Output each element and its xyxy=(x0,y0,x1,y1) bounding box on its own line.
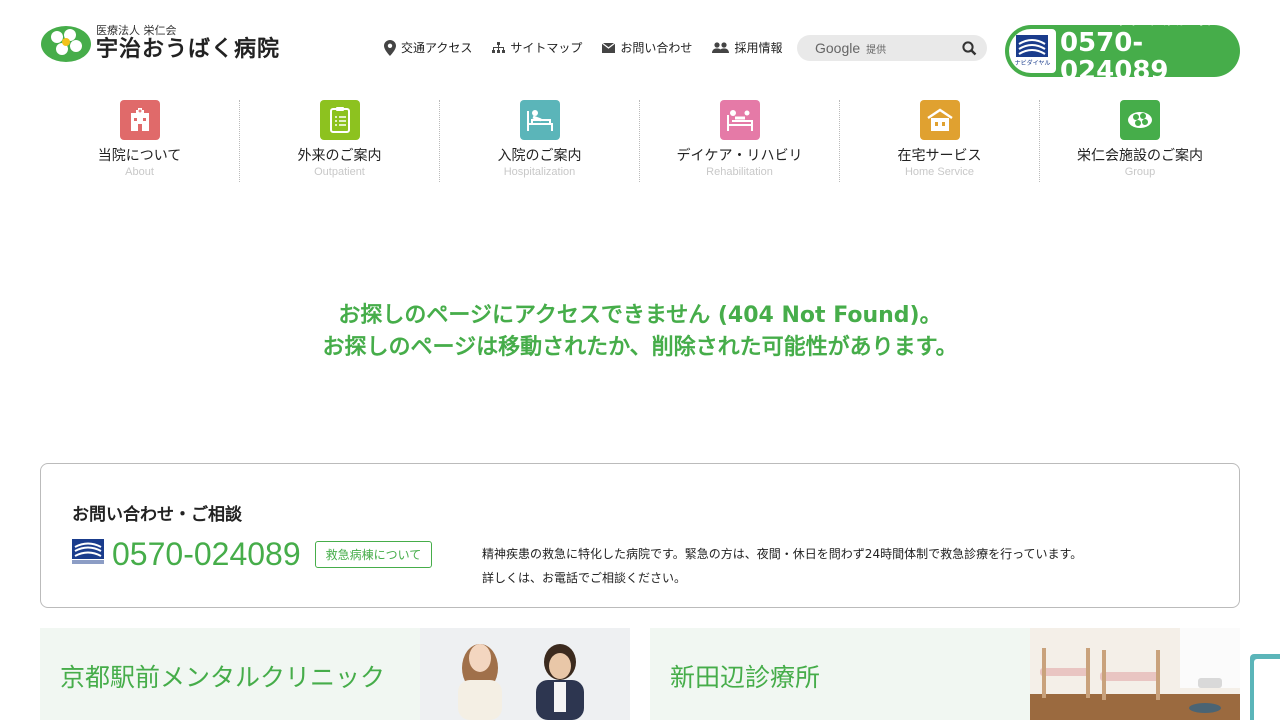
util-sitemap-label: サイトマップ xyxy=(510,41,583,55)
rehab-icon xyxy=(719,100,760,140)
nav-label-group: 栄仁会施設のご案内 xyxy=(1077,148,1203,164)
not-found-line-1: お探しのページにアクセスできません (404 Not Found)。 xyxy=(338,303,942,328)
contact-description: 精神疾患の救急に特化した病院です。緊急の方は、夜間・休日を問わず24時間体制で救… xyxy=(482,542,1202,590)
nav-en-hospitalization: Hospitalization xyxy=(503,166,576,178)
header-phone-number: 0570-024089 xyxy=(1059,27,1169,86)
clinic-banner-title: 京都駅前メンタルクリニック xyxy=(60,663,386,692)
util-access-link[interactable]: 交通アクセス xyxy=(384,39,472,56)
nav-label-home-service: 在宅サービス xyxy=(897,148,982,164)
nav-label-rehabilitation: デイケア・リハビリ xyxy=(676,148,803,164)
phone-kana: (ニジュウヨジカン オウバク) xyxy=(1118,17,1236,28)
bed-icon xyxy=(519,100,560,140)
side-tab-panel xyxy=(1254,659,1280,720)
site-header: 医療法人 栄仁会 宇治おうばく病院 交通アクセス サイトマップ お問い合わせ 採… xyxy=(0,0,1280,92)
utility-nav: 交通アクセス サイトマップ お問い合わせ 採用情報 xyxy=(384,39,782,56)
site-logo[interactable]: 医療法人 栄仁会 宇治おうばく病院 xyxy=(40,22,355,66)
group-leaf-icon xyxy=(1120,100,1160,140)
emergency-ward-button[interactable]: 救急病棟について xyxy=(314,540,433,568)
clinic-banner-kyoto[interactable]: 京都駅前メンタルクリニック xyxy=(40,628,630,720)
people-icon xyxy=(712,41,730,53)
logo-title: 宇治おうばく病院 xyxy=(96,37,281,62)
nav-item-hospitalization[interactable]: 入院のご案内 Hospitalization xyxy=(440,100,640,182)
hospital-icon xyxy=(119,100,160,140)
contact-phone-row: 0570-024089 救急病棟について xyxy=(72,536,433,572)
nav-item-rehabilitation[interactable]: デイケア・リハビリ Rehabilitation xyxy=(640,100,840,182)
mail-icon xyxy=(602,42,616,53)
clinic-banner-title: 新田辺診療所 xyxy=(670,663,821,692)
nav-en-outpatient: Outpatient xyxy=(314,166,365,178)
header-phone-button[interactable]: ナビダイヤル (ニジュウヨジカン オウバク) 0570-024089 xyxy=(1005,18,1240,85)
nav-en-rehabilitation: Rehabilitation xyxy=(706,166,773,178)
contact-phone-number[interactable]: 0570-024089 xyxy=(112,536,301,572)
search-provided-label: 提供 xyxy=(866,44,887,56)
util-recruit-link[interactable]: 採用情報 xyxy=(712,39,782,56)
nav-label-about: 当院について xyxy=(97,148,182,164)
contact-title: お問い合わせ・ご相談 xyxy=(72,505,242,525)
not-found-message: お探しのページにアクセスできません (404 Not Found)。 お探しのペ… xyxy=(0,300,1280,364)
search-google-label: Google xyxy=(815,40,861,56)
util-recruit-label: 採用情報 xyxy=(734,41,783,55)
sitemap-icon xyxy=(492,41,506,53)
util-sitemap-link[interactable]: サイトマップ xyxy=(492,39,582,56)
nav-en-group: Group xyxy=(1124,166,1156,178)
util-access-label: 交通アクセス xyxy=(401,41,473,55)
navidial-icon xyxy=(72,539,104,569)
navidial-icon xyxy=(1016,35,1049,57)
navidial-badge: ナビダイヤル xyxy=(1009,29,1056,73)
util-contact-label: お問い合わせ xyxy=(620,41,693,55)
nav-item-outpatient[interactable]: 外来のご案内 Outpatient xyxy=(240,100,440,182)
contact-desc-line-2: 詳しくは、お電話でご相談ください。 xyxy=(482,571,687,585)
side-floating-tab[interactable] xyxy=(1250,654,1280,720)
contact-box: お問い合わせ・ご相談 0570-024089 救急病棟について 精神疾患の救急に… xyxy=(40,463,1240,608)
search-icon[interactable] xyxy=(962,41,977,56)
not-found-line-2: お探しのページは移動されたか、削除された可能性があります。 xyxy=(322,335,958,360)
nav-item-group[interactable]: 栄仁会施設のご案内 Group xyxy=(1040,100,1240,182)
nav-en-about: About xyxy=(125,166,154,178)
house-icon xyxy=(919,100,960,140)
site-search-input[interactable]: Google 提供 xyxy=(797,35,987,61)
clover-logo-icon xyxy=(40,24,92,64)
main-nav: 当院について About 外来のご案内 Outpatient 入院のご案内 Ho… xyxy=(40,100,1240,182)
clinic-banner-shintanabe[interactable]: 新田辺診療所 xyxy=(650,628,1240,720)
nav-item-home-service[interactable]: 在宅サービス Home Service xyxy=(840,100,1040,182)
contact-desc-line-1: 精神疾患の救急に特化した病院です。緊急の方は、夜間・休日を問わず24時間体制で救… xyxy=(482,547,1083,561)
nav-label-hospitalization: 入院のご案内 xyxy=(497,148,582,164)
nav-en-home-service: Home Service xyxy=(904,166,975,178)
logo-subtitle: 医療法人 栄仁会 xyxy=(96,24,177,37)
map-pin-icon xyxy=(384,39,396,56)
nav-item-about[interactable]: 当院について About xyxy=(40,100,240,182)
clinic-photo-waiting-room xyxy=(1030,628,1240,720)
util-contact-link[interactable]: お問い合わせ xyxy=(602,39,692,56)
clipboard-icon xyxy=(319,100,360,140)
navidial-label: ナビダイヤル xyxy=(1014,60,1051,67)
nav-label-outpatient: 外来のご案内 xyxy=(297,148,382,164)
clinic-photo-people xyxy=(420,628,630,720)
